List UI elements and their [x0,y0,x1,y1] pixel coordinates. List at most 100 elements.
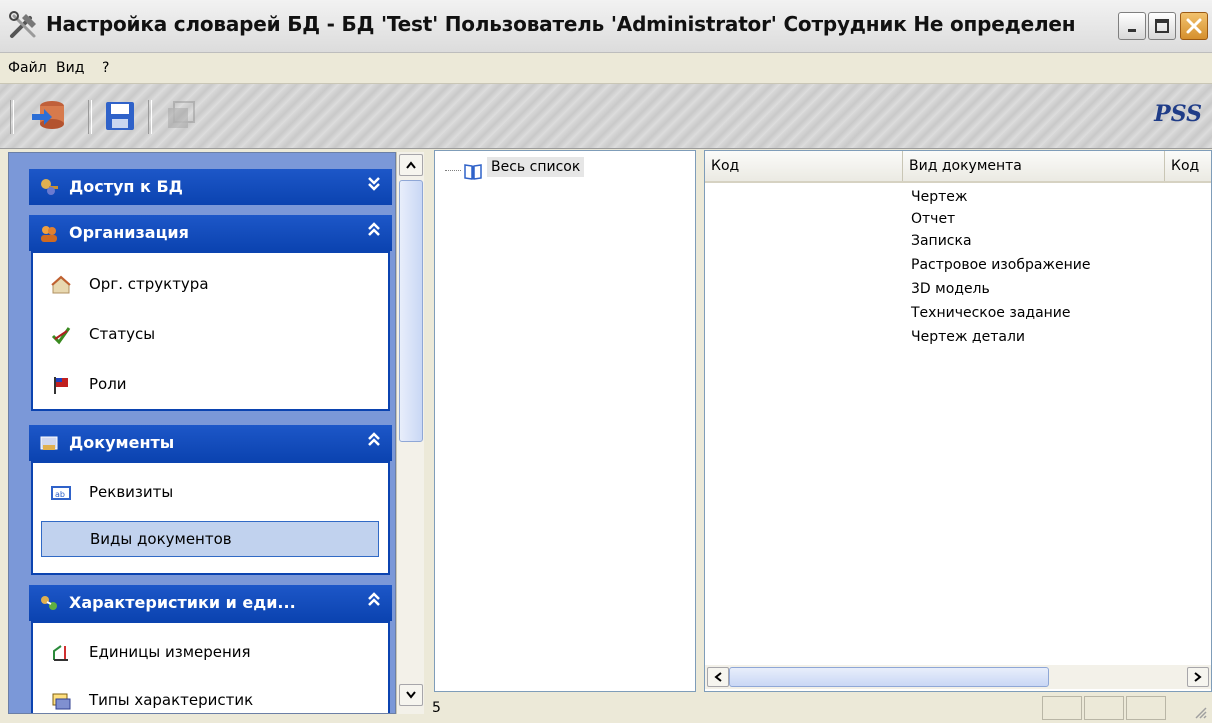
group-label: Документы [69,433,175,452]
status-count: 5 [432,700,441,716]
toolbar: PSS [0,84,1212,149]
characteristics-icon [41,596,57,610]
chevron-right-icon [1194,672,1202,682]
title-bar[interactable]: Настройка словарей БД - БД 'Test' Пользо… [0,0,1212,53]
tree-view: Весь список [434,150,696,692]
connect-db-icon [32,101,64,129]
status-panel [1126,696,1166,720]
chevron-up-icon [406,161,416,169]
chevron-down-icon [406,691,416,699]
flag-icon [54,377,68,394]
sidebar-item-label: Роли [89,375,127,393]
group-header-characteristics[interactable]: Характеристики и еди... [29,585,392,621]
table-row[interactable]: 3D модель [911,281,990,297]
close-icon [1181,13,1207,39]
table-row[interactable]: Отчет [911,211,955,227]
group-header-db-access[interactable]: Доступ к БД [29,169,392,205]
disabled-button[interactable] [160,98,200,134]
scroll-left-button[interactable] [707,667,729,687]
menu-bar: Файл Вид ? [0,53,1212,84]
sidebar-item-label: Реквизиты [89,483,174,501]
people-icon [41,226,57,242]
table-header: Код Вид документа Код [705,151,1211,183]
window-title: Настройка словарей БД - БД 'Test' Пользо… [46,12,1076,36]
resize-grip-icon[interactable] [1192,704,1208,720]
sidebar-item-statuses[interactable]: Статусы [41,317,379,353]
document-types-table: Код Вид документа Код Чертеж Отчет Запис… [704,150,1212,692]
tools-icon [8,10,40,42]
minimize-button[interactable] [1118,12,1146,40]
save-icon [106,102,134,130]
chevron-up-icon[interactable] [366,221,382,242]
disabled-icon [168,101,195,128]
column-header-doc-type[interactable]: Вид документа [903,151,1165,181]
chevron-up-icon[interactable] [366,591,382,612]
table-row[interactable]: Техническое задание [911,305,1071,321]
documents-icon [40,436,58,450]
sidebar-item-label: Статусы [89,325,156,343]
book-icon [464,164,482,180]
sidebar-item-document-types[interactable]: Виды документов [41,521,379,557]
scroll-right-button[interactable] [1187,667,1209,687]
close-button[interactable] [1180,12,1208,40]
maximize-icon [1149,13,1175,39]
checkmark-icon [51,327,71,345]
scroll-down-button[interactable] [399,684,423,706]
column-header-code-2[interactable]: Код [1165,151,1211,181]
sidebar-item-requisites[interactable]: ab Реквизиты [41,475,379,511]
table-horizontal-scrollbar[interactable] [705,665,1211,689]
toolbar-separator [10,100,14,134]
house-icon [51,275,71,294]
group-body-documents: ab Реквизиты Виды документов [31,461,390,575]
toolbar-separator [148,100,152,134]
column-header-code[interactable]: Код [705,151,903,181]
minimize-icon [1119,13,1145,39]
chevron-up-icon[interactable] [366,431,382,452]
status-panel [1042,696,1082,720]
sidebar-item-label: Орг. структура [89,275,209,293]
sidebar-item-label: Единицы измерения [89,643,251,661]
table-row[interactable]: Записка [911,233,972,249]
navigation-scrollbar[interactable] [396,152,424,714]
sidebar-item-characteristic-types[interactable]: Типы характеристик [41,683,379,713]
chevron-left-icon [714,672,722,682]
chevron-down-icon[interactable] [366,175,382,196]
menu-file[interactable]: Файл [8,60,47,76]
group-label: Доступ к БД [69,177,183,196]
brand-logo: PSS [1154,101,1202,127]
group-label: Характеристики и еди... [69,593,296,612]
status-bar: 5 [424,692,1212,723]
keys-icon [41,179,58,195]
sidebar-item-label: Типы характеристик [89,691,254,709]
sidebar-item-org-structure[interactable]: Орг. структура [41,267,379,303]
sidebar-item-units[interactable]: Единицы измерения [41,635,379,671]
scroll-up-button[interactable] [399,154,423,176]
scroll-thumb[interactable] [399,180,423,442]
group-header-documents[interactable]: Документы [29,425,392,461]
group-header-organization[interactable]: Организация [29,215,392,251]
scroll-thumb[interactable] [729,667,1049,687]
menu-view[interactable]: Вид [56,60,84,76]
table-row[interactable]: Чертеж [911,189,967,205]
group-body-characteristics: Единицы измерения Типы характеристик [31,621,390,713]
sidebar-item-roles[interactable]: Роли [41,367,379,403]
navigation-panel: Доступ к БД Организация Орг. структура С… [8,152,396,714]
group-label: Организация [69,223,189,242]
types-icon [52,693,71,710]
sidebar-item-label: Виды документов [90,530,232,548]
svg-text:ab: ab [55,490,65,499]
main-window: Настройка словарей БД - БД 'Test' Пользо… [0,0,1212,723]
form-field-icon: ab [51,486,71,500]
tree-node-all[interactable]: Весь список [487,157,585,177]
tree-connector [445,170,461,171]
menu-help[interactable]: ? [102,60,109,76]
table-row[interactable]: Растровое изображение [911,257,1091,273]
status-panel [1084,696,1124,720]
save-button[interactable] [100,98,140,134]
toolbar-separator [88,100,92,134]
measure-icon [53,645,68,661]
table-row[interactable]: Чертеж детали [911,329,1025,345]
maximize-button[interactable] [1148,12,1176,40]
connect-db-button[interactable] [28,98,68,134]
group-body-organization: Орг. структура Статусы Роли [31,251,390,411]
